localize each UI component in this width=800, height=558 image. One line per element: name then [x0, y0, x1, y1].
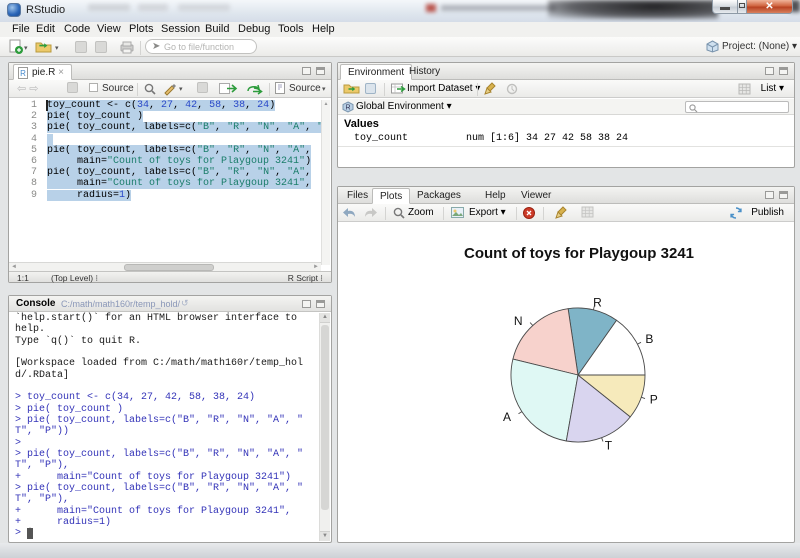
svg-text:B: B: [645, 332, 653, 346]
svg-text:R: R: [345, 105, 350, 112]
svg-text:T: T: [605, 438, 613, 452]
svg-text:P: P: [650, 392, 658, 406]
svg-text:N: N: [514, 314, 523, 328]
svg-text:A: A: [503, 410, 511, 424]
svg-text:R: R: [20, 69, 26, 78]
svg-text:R: R: [593, 296, 602, 310]
